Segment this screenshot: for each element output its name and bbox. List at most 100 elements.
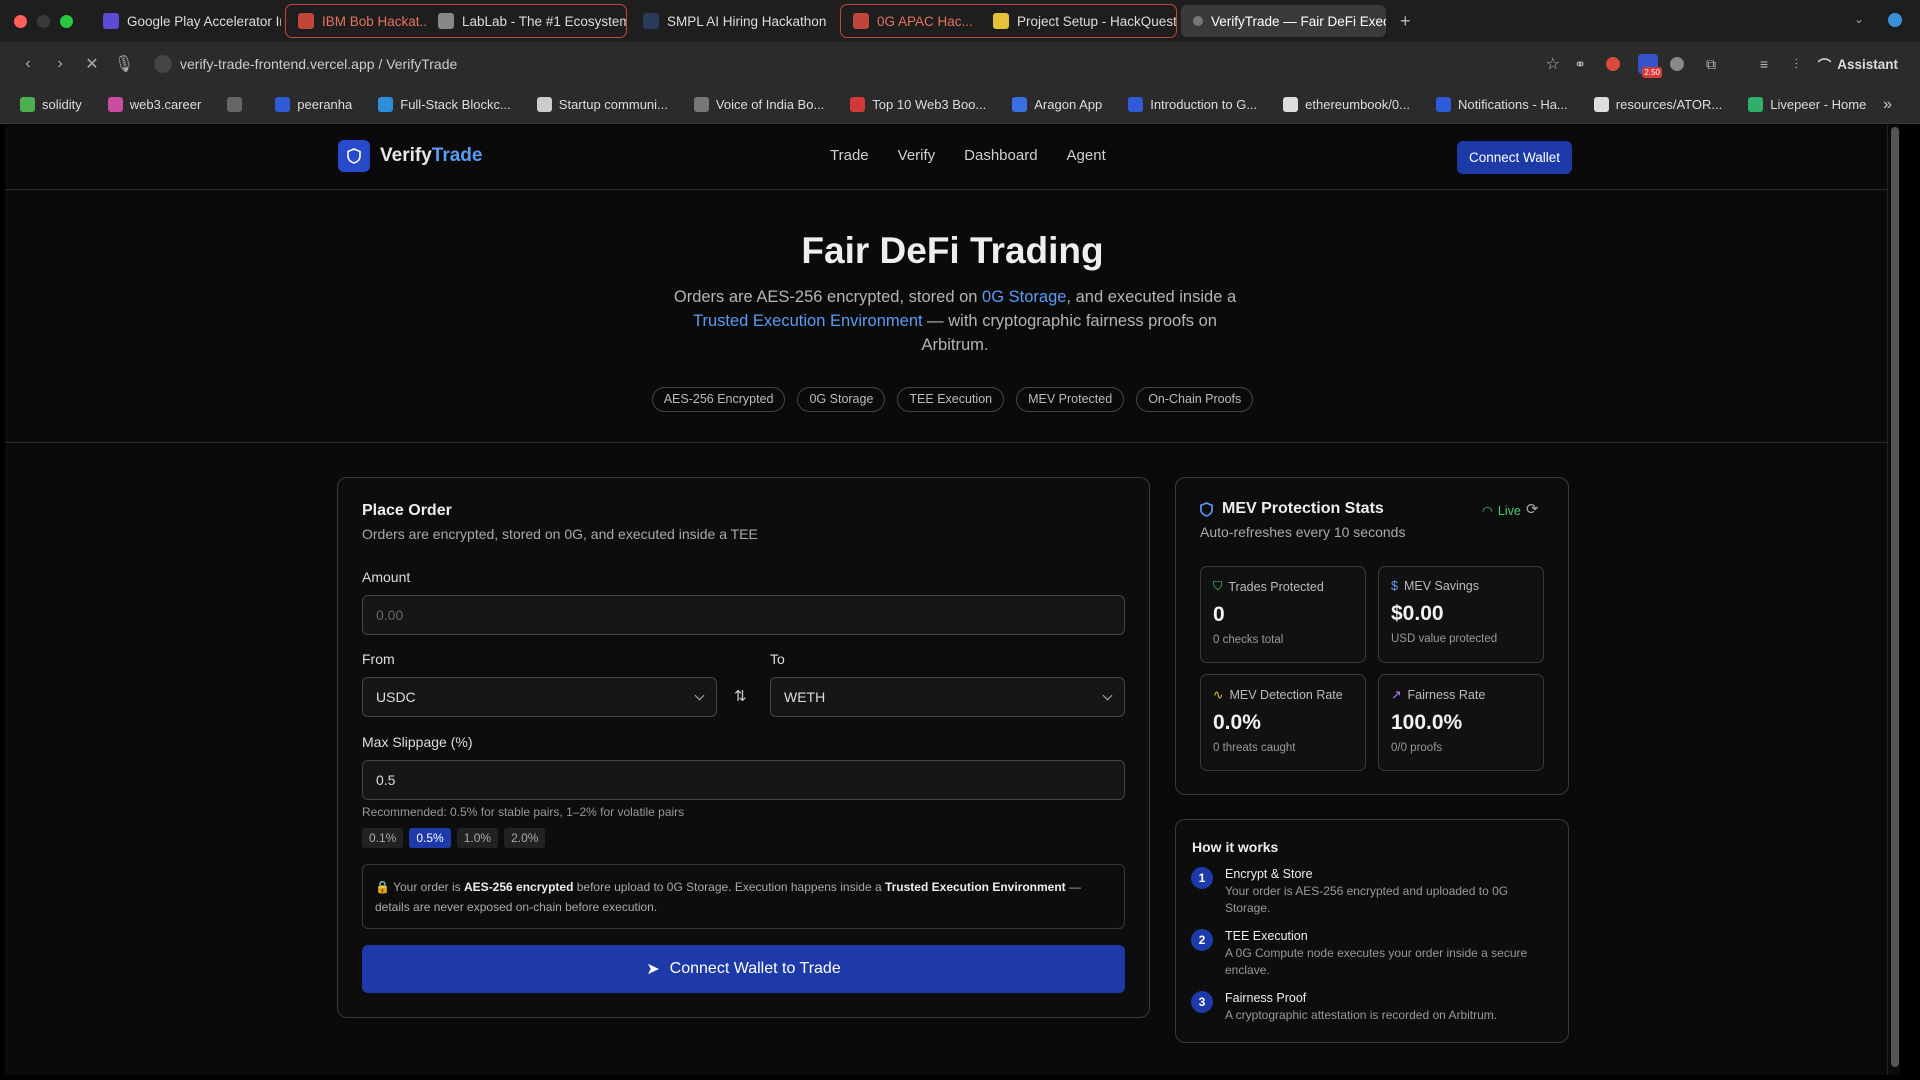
- nav-link-trade[interactable]: Trade: [830, 147, 869, 164]
- tab-loading-icon: [1193, 16, 1203, 26]
- bookmark-favicon-icon: [1283, 97, 1299, 112]
- hero-subtitle: Orders are AES-256 encrypted, stored on …: [665, 285, 1245, 357]
- browser-tab[interactable]: SMPL AI Hiring Hackathon: [631, 5, 836, 37]
- slippage-input[interactable]: 0.5: [362, 760, 1125, 800]
- bookmark-item[interactable]: Full-Stack Blockc...: [378, 97, 511, 112]
- new-tab-button[interactable]: +: [1400, 11, 1411, 32]
- browser-tab[interactable]: Project Setup - HackQuest: [981, 6, 1176, 36]
- slippage-preset-button-selected[interactable]: 0.5%: [409, 828, 451, 848]
- microphone-icon[interactable]: 🎙: [108, 54, 140, 74]
- bookmark-item[interactable]: solidity: [20, 97, 82, 112]
- page-scrollbar[interactable]: [1887, 125, 1900, 1075]
- bookmark-item[interactable]: ethereumbook/0...: [1283, 97, 1410, 112]
- bookmark-item[interactable]: Aragon App: [1012, 97, 1102, 112]
- nav-link-agent[interactable]: Agent: [1067, 147, 1106, 164]
- connect-wallet-button[interactable]: Connect Wallet: [1457, 141, 1573, 174]
- to-token-select[interactable]: WETH: [770, 677, 1125, 717]
- browser-tab-active[interactable]: VerifyTrade — Fair DeFi Exec: [1181, 5, 1386, 37]
- profile-icon[interactable]: [1888, 13, 1902, 27]
- bookmark-item[interactable]: resources/ATOR...: [1593, 97, 1723, 112]
- encryption-notice: 🔒 Your order is AES-256 encrypted before…: [362, 864, 1125, 929]
- tab-title: LabLab - The #1 Ecosystem: [462, 13, 626, 29]
- tab-favicon-icon: [993, 13, 1009, 29]
- back-icon[interactable]: ‹: [12, 55, 44, 73]
- chevron-down-icon: [694, 690, 705, 700]
- feature-pills: AES-256 Encrypted 0G Storage TEE Executi…: [5, 387, 1900, 412]
- logo-text-verify: Verify: [380, 145, 432, 166]
- step-description: Your order is AES-256 encrypted and uplo…: [1225, 884, 1509, 915]
- step-description: A 0G Compute node executes your order in…: [1225, 946, 1528, 977]
- bookmark-item[interactable]: peeranha: [275, 97, 352, 112]
- browser-tab[interactable]: 0G APAC Hac...: [841, 6, 981, 36]
- amount-placeholder: 0.00: [376, 607, 404, 623]
- shield-icon: ⛉: [1213, 579, 1223, 593]
- how-step: 1 Encrypt & Store Your order is AES-256 e…: [1191, 867, 1555, 917]
- browser-tab[interactable]: LabLab - The #1 Ecosystem: [426, 6, 626, 36]
- bookmark-favicon-icon: [275, 97, 291, 112]
- place-order-subtitle: Orders are encrypted, stored on 0G, and …: [362, 526, 758, 542]
- stat-title: MEV Detection Rate: [1229, 687, 1343, 702]
- connect-wallet-to-trade-button[interactable]: ➤ Connect Wallet to Trade: [362, 945, 1125, 993]
- bookmark-label: resources/ATOR...: [1615, 97, 1723, 112]
- nav-link-verify[interactable]: Verify: [898, 147, 936, 164]
- assistant-button[interactable]: ⌒ Assistant: [1818, 54, 1898, 74]
- extension-icon[interactable]: [1606, 57, 1620, 71]
- feature-pill: AES-256 Encrypted: [651, 387, 786, 412]
- slippage-label: Max Slippage (%): [362, 734, 473, 750]
- maximize-window-button[interactable]: [60, 14, 73, 28]
- stat-subtitle: 0/0 proofs: [1391, 742, 1443, 754]
- extension-icon[interactable]: [1670, 57, 1684, 71]
- submit-label: Connect Wallet to Trade: [669, 960, 841, 977]
- nav-link-dashboard[interactable]: Dashboard: [964, 147, 1037, 164]
- amount-input[interactable]: 0.00: [362, 595, 1125, 635]
- from-token-select[interactable]: USDC: [362, 677, 717, 717]
- browser-tab[interactable]: IBM Bob Hackat...: [286, 6, 426, 36]
- activity-icon: ∿: [1213, 688, 1224, 702]
- refresh-icon[interactable]: ⟳: [1526, 500, 1539, 518]
- slippage-preset-button[interactable]: 0.1%: [362, 828, 404, 848]
- bookmark-item[interactable]: Startup communi...: [536, 97, 668, 112]
- reading-list-icon[interactable]: ≡: [1760, 56, 1768, 72]
- bookmark-label: peeranha: [297, 97, 353, 112]
- bookmark-item[interactable]: [227, 97, 249, 112]
- step-title: TEE Execution: [1225, 929, 1308, 943]
- browser-tab[interactable]: Google Play Accelerator Indi: [91, 5, 281, 37]
- slippage-preset-button[interactable]: 1.0%: [456, 828, 499, 848]
- bookmark-star-icon[interactable]: ☆: [1546, 54, 1560, 74]
- tab-favicon-icon: [298, 13, 314, 29]
- step-number: 3: [1191, 991, 1213, 1013]
- logo-text-trade: Trade: [431, 145, 483, 166]
- extensions-puzzle-icon[interactable]: ⧉: [1706, 56, 1716, 73]
- tee-link[interactable]: Trusted Execution Environment: [693, 312, 923, 330]
- bookmark-item[interactable]: Introduction to G...: [1128, 97, 1257, 112]
- tab-list-chevron-icon[interactable]: ⌄: [1854, 12, 1864, 26]
- og-storage-link[interactable]: 0G Storage: [982, 288, 1066, 306]
- audio-icon[interactable]: ⫶: [1795, 56, 1799, 73]
- bookmark-item[interactable]: Top 10 Web3 Boo...: [850, 97, 986, 112]
- bookmark-item[interactable]: Notifications - Ha...: [1435, 97, 1568, 112]
- bookmark-item[interactable]: web3.career: [107, 97, 201, 112]
- bookmark-label: Introduction to G...: [1150, 97, 1258, 112]
- share-link-icon[interactable]: ⚭: [1574, 56, 1586, 73]
- hero-subtitle-text: Orders are AES-256 encrypted, stored on: [673, 288, 983, 306]
- stat-value: 0: [1213, 603, 1225, 626]
- bookmark-favicon-icon: [1593, 97, 1609, 112]
- stop-loading-icon[interactable]: ✕: [76, 54, 108, 74]
- forward-icon[interactable]: ›: [44, 55, 76, 73]
- close-window-button[interactable]: [14, 14, 27, 28]
- notice-text: before upload to 0G Storage. Execution h…: [573, 880, 885, 894]
- slippage-preset-button[interactable]: 2.0%: [504, 828, 546, 848]
- swap-direction-icon[interactable]: ⇅: [734, 687, 747, 705]
- bookmark-label: Livepeer - Home: [1770, 97, 1867, 112]
- from-token-value: USDC: [376, 689, 416, 705]
- site-logo[interactable]: VerifyTrade: [338, 140, 482, 172]
- notice-text: Your order is: [393, 880, 465, 894]
- bookmark-item[interactable]: Voice of India Bo...: [693, 97, 824, 112]
- minimize-window-button[interactable]: [37, 14, 50, 28]
- scrollbar-thumb[interactable]: [1891, 127, 1899, 1067]
- more-bookmarks-icon[interactable]: »: [1883, 96, 1892, 114]
- site-info-icon[interactable]: [154, 55, 172, 73]
- url-field[interactable]: verify-trade-frontend.vercel.app / Verif…: [154, 55, 457, 73]
- bookmark-item[interactable]: Livepeer - Home: [1748, 97, 1866, 112]
- page-viewport: VerifyTrade Trade Verify Dashboard Agent…: [5, 125, 1900, 1075]
